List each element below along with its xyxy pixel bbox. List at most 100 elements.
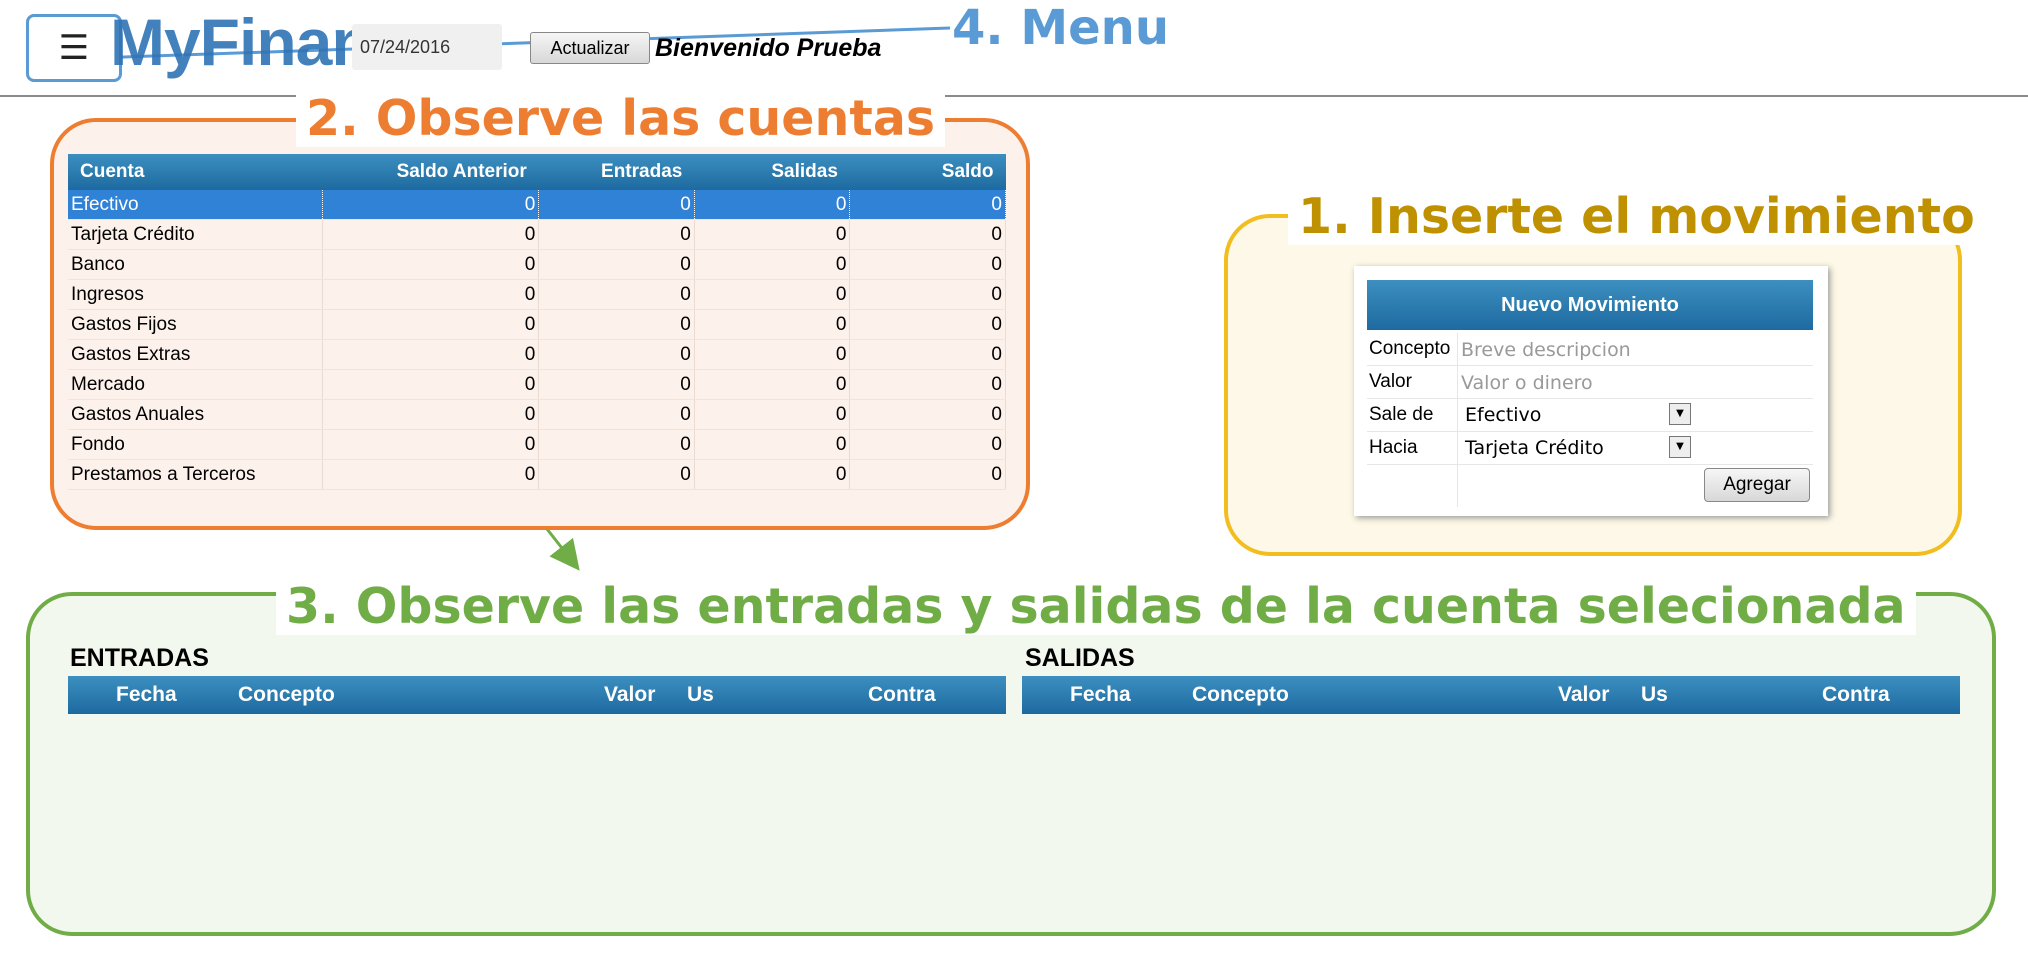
account-cell-saldo: 0 (849, 219, 1006, 250)
welcome-text: Bienvenido Prueba (655, 34, 882, 62)
entradas-col-us[interactable]: Us (687, 676, 714, 714)
entradas-col-valor[interactable]: Valor (604, 676, 655, 714)
account-cell-entradas: 0 (538, 459, 695, 490)
account-row[interactable]: Tarjeta Crédito 0 0 0 0 (68, 219, 1006, 250)
account-row[interactable]: Gastos Fijos 0 0 0 0 (68, 309, 1006, 340)
account-row[interactable]: Prestamos a Terceros 0 0 0 0 (68, 459, 1006, 490)
account-cell-saldo: 0 (849, 369, 1006, 400)
account-row[interactable]: Mercado 0 0 0 0 (68, 369, 1006, 400)
callout-movements: 3. Observe las entradas y salidas de la … (276, 578, 1916, 635)
col-salidas[interactable]: Salidas (694, 154, 850, 190)
entradas-header: Fecha Concepto Valor Us Contra (68, 676, 1006, 714)
account-cell-saldo: 0 (849, 399, 1006, 430)
account-cell-cuenta: Mercado (68, 369, 324, 400)
account-cell-entradas: 0 (538, 339, 695, 370)
account-cell-salidas: 0 (694, 219, 851, 250)
valor-label: Valor (1369, 371, 1412, 392)
callout-menu: 4. Menu (952, 0, 1170, 56)
account-cell-salidas: 0 (694, 399, 851, 430)
account-cell-cuenta: Ingresos (68, 279, 324, 310)
chevron-down-icon[interactable]: ▼ (1669, 403, 1691, 425)
account-cell-saldo-anterior: 0 (322, 339, 540, 370)
salidas-header: Fecha Concepto Valor Us Contra (1022, 676, 1960, 714)
account-cell-saldo: 0 (849, 249, 1006, 280)
sale-de-value: Efectivo (1465, 404, 1542, 426)
account-cell-cuenta: Banco (68, 249, 324, 280)
account-cell-cuenta: Gastos Anuales (68, 399, 324, 430)
col-cuenta[interactable]: Cuenta (68, 154, 323, 190)
col-saldo[interactable]: Saldo (849, 154, 1006, 190)
account-cell-saldo: 0 (849, 190, 1006, 220)
account-cell-saldo-anterior: 0 (322, 369, 540, 400)
account-cell-entradas: 0 (538, 399, 695, 430)
accounts-header-row: Cuenta Saldo Anterior Entradas Salidas S… (68, 154, 1006, 190)
sale-de-select[interactable]: Efectivo ▼ (1465, 401, 1691, 429)
account-cell-salidas: 0 (694, 369, 851, 400)
account-cell-cuenta: Fondo (68, 429, 324, 460)
hacia-value: Tarjeta Crédito (1465, 437, 1604, 459)
account-cell-cuenta: Gastos Fijos (68, 309, 324, 340)
account-cell-cuenta: Efectivo (68, 190, 324, 220)
accounts-table: Cuenta Saldo Anterior Entradas Salidas S… (68, 154, 1006, 490)
account-cell-cuenta: Prestamos a Terceros (68, 459, 324, 490)
salidas-col-fecha[interactable]: Fecha (1070, 676, 1131, 714)
menu-button[interactable]: ☰ (26, 14, 122, 82)
app-logo: MyFinan (110, 5, 372, 79)
account-cell-saldo-anterior: 0 (322, 219, 540, 250)
row-hacia: Hacia Tarjeta Crédito ▼ (1367, 432, 1813, 465)
account-cell-saldo-anterior: 0 (322, 249, 540, 280)
date-display: 07/24/2016 (352, 24, 502, 70)
row-concepto: Concepto (1367, 333, 1813, 366)
account-cell-saldo-anterior: 0 (322, 309, 540, 340)
movements-panel (26, 592, 1996, 936)
add-button[interactable]: Agregar (1704, 468, 1810, 502)
valor-input[interactable] (1459, 368, 1803, 397)
entradas-col-fecha[interactable]: Fecha (116, 676, 177, 714)
account-cell-salidas: 0 (694, 459, 851, 490)
salidas-col-concepto[interactable]: Concepto (1192, 676, 1289, 714)
concepto-input[interactable] (1459, 335, 1803, 364)
hacia-label: Hacia (1369, 437, 1418, 458)
account-row[interactable]: Ingresos 0 0 0 0 (68, 279, 1006, 310)
account-cell-cuenta: Gastos Extras (68, 339, 324, 370)
entradas-title: ENTRADAS (70, 644, 209, 672)
account-row[interactable]: Gastos Extras 0 0 0 0 (68, 339, 1006, 370)
account-cell-entradas: 0 (538, 369, 695, 400)
callout-accounts: 2. Observe las cuentas (296, 90, 946, 147)
account-cell-salidas: 0 (694, 279, 851, 310)
salidas-col-contra[interactable]: Contra (1822, 676, 1890, 714)
col-entradas[interactable]: Entradas (538, 154, 695, 190)
salidas-col-us[interactable]: Us (1641, 676, 1668, 714)
sale-de-label: Sale de (1369, 404, 1434, 425)
concepto-label: Concepto (1369, 338, 1451, 359)
account-row[interactable]: Efectivo 0 0 0 0 (68, 190, 1006, 220)
account-cell-saldo-anterior: 0 (322, 399, 540, 430)
account-cell-cuenta: Tarjeta Crédito (68, 219, 324, 250)
account-cell-salidas: 0 (694, 249, 851, 280)
form-title: Nuevo Movimiento (1367, 280, 1813, 330)
account-cell-salidas: 0 (694, 339, 851, 370)
account-row[interactable]: Gastos Anuales 0 0 0 0 (68, 399, 1006, 430)
account-cell-saldo-anterior: 0 (322, 190, 540, 220)
salidas-col-valor[interactable]: Valor (1558, 676, 1609, 714)
col-saldo-anterior[interactable]: Saldo Anterior (322, 154, 539, 190)
account-cell-entradas: 0 (538, 429, 695, 460)
account-row[interactable]: Banco 0 0 0 0 (68, 249, 1006, 280)
account-cell-salidas: 0 (694, 429, 851, 460)
account-cell-saldo: 0 (849, 429, 1006, 460)
entradas-col-concepto[interactable]: Concepto (238, 676, 335, 714)
row-valor: Valor (1367, 366, 1813, 399)
account-cell-saldo: 0 (849, 339, 1006, 370)
refresh-button[interactable]: Actualizar (530, 32, 650, 64)
chevron-down-icon[interactable]: ▼ (1669, 436, 1691, 458)
account-cell-saldo: 0 (849, 309, 1006, 340)
salidas-title: SALIDAS (1025, 644, 1135, 672)
account-cell-saldo: 0 (849, 279, 1006, 310)
entradas-col-contra[interactable]: Contra (868, 676, 936, 714)
account-cell-entradas: 0 (538, 279, 695, 310)
account-cell-entradas: 0 (538, 309, 695, 340)
hacia-select[interactable]: Tarjeta Crédito ▼ (1465, 434, 1691, 462)
account-cell-salidas: 0 (694, 309, 851, 340)
account-cell-saldo-anterior: 0 (322, 459, 540, 490)
account-row[interactable]: Fondo 0 0 0 0 (68, 429, 1006, 460)
